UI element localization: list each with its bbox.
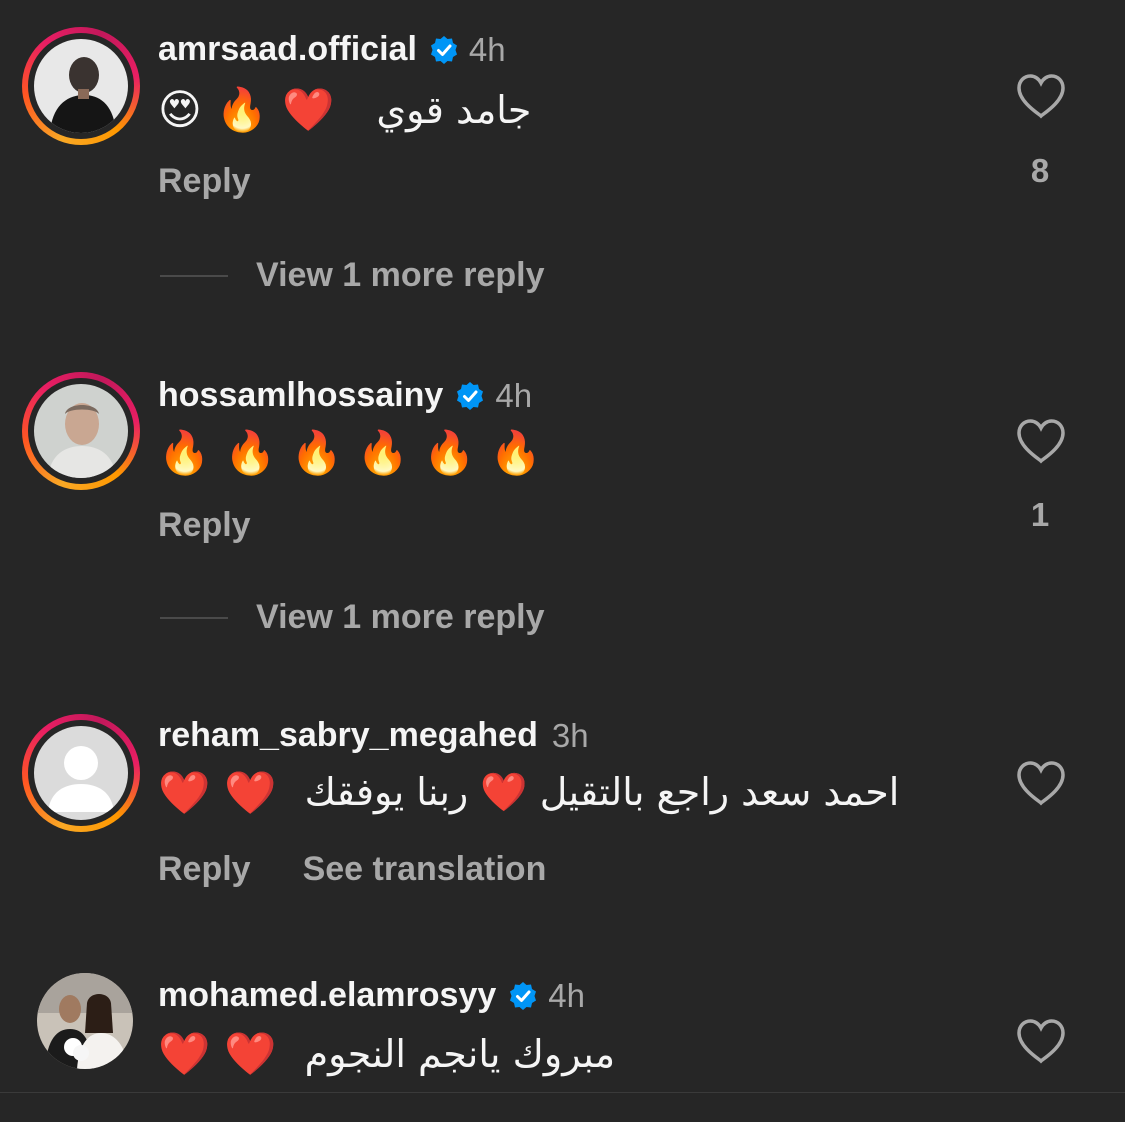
emoji: 🔥 bbox=[356, 429, 410, 476]
verified-badge-icon bbox=[510, 981, 537, 1010]
timestamp: 4h bbox=[548, 976, 585, 1014]
reply-button[interactable]: Reply bbox=[158, 162, 251, 201]
username[interactable]: hossamlhossainy bbox=[158, 376, 443, 415]
comment-header: amrsaad.official 4h bbox=[158, 30, 506, 69]
emoji: 🔥 bbox=[489, 429, 542, 476]
avatar bbox=[34, 39, 128, 133]
reply-button[interactable]: Reply bbox=[158, 850, 251, 889]
emoji: 🔥 bbox=[158, 429, 211, 476]
comment-text: ❤️ ❤️ مبروك يانجم النجوم bbox=[158, 1032, 615, 1076]
like-count: 8 bbox=[1030, 152, 1050, 189]
story-ring-avatar[interactable] bbox=[22, 714, 140, 832]
timestamp: 3h bbox=[551, 716, 589, 754]
default-avatar-icon bbox=[34, 726, 128, 820]
emoji: ❤️ bbox=[224, 768, 277, 816]
comment-header: reham_sabry_megahed 3h bbox=[158, 716, 589, 755]
reply-button[interactable]: Reply bbox=[158, 506, 251, 545]
emoji: ❤️ bbox=[282, 86, 335, 133]
emoji: ❤️ bbox=[158, 1030, 211, 1077]
comment-text: ❤️ ❤️ احمد سعد راجع بالتقيل ❤️ ربنا يوفق… bbox=[158, 770, 899, 815]
heart-outline-icon[interactable] bbox=[1015, 760, 1067, 806]
emoji: 🔥 bbox=[290, 429, 343, 476]
comment-text: 😍 🔥 ❤️ جامد قوي bbox=[158, 88, 531, 132]
avatar bbox=[34, 384, 128, 478]
divider-line bbox=[160, 616, 228, 619]
comment-actions: Reply bbox=[158, 162, 303, 201]
username[interactable]: amrsaad.official bbox=[158, 30, 417, 69]
avatar-container[interactable] bbox=[22, 958, 140, 1076]
view-more-replies-label: View 1 more reply bbox=[256, 598, 545, 636]
heart-outline-icon[interactable] bbox=[1015, 73, 1067, 119]
comment-header: hossamlhossainy 4h bbox=[158, 376, 532, 415]
comment-header: mohamed.elamrosyy 4h bbox=[158, 976, 585, 1015]
heart-outline-icon[interactable] bbox=[1015, 418, 1067, 464]
username[interactable]: mohamed.elamrosyy bbox=[158, 976, 496, 1015]
timestamp: 4h bbox=[468, 30, 506, 68]
view-more-replies[interactable]: View 1 more reply bbox=[160, 598, 545, 637]
comment-actions: Reply bbox=[158, 506, 303, 545]
view-more-replies[interactable]: View 1 more reply bbox=[160, 256, 545, 295]
avatar bbox=[34, 726, 128, 820]
emoji: ❤️ bbox=[158, 768, 211, 816]
story-ring-avatar[interactable] bbox=[22, 372, 140, 490]
divider-line bbox=[160, 274, 228, 277]
comment-body: احمد سعد راجع بالتقيل ❤️ ربنا يوفقك bbox=[304, 770, 900, 814]
emoji: 🔥 bbox=[215, 86, 269, 133]
bottom-divider bbox=[0, 1092, 1125, 1093]
emoji: 🔥 bbox=[423, 429, 476, 476]
comment-text: 🔥 🔥 🔥 🔥 🔥 🔥 bbox=[158, 432, 556, 474]
username[interactable]: reham_sabry_megahed bbox=[158, 716, 538, 755]
view-more-replies-label: View 1 more reply bbox=[256, 256, 545, 294]
comment-actions: Reply See translation bbox=[158, 850, 598, 889]
verified-badge-icon bbox=[457, 381, 484, 410]
like-count: 1 bbox=[1030, 496, 1050, 533]
timestamp: 4h bbox=[495, 376, 533, 414]
avatar bbox=[37, 973, 133, 1069]
emoji: 😍 bbox=[158, 86, 202, 133]
comment-body: مبروك يانجم النجوم bbox=[304, 1032, 616, 1076]
see-translation-button[interactable]: See translation bbox=[303, 850, 547, 889]
story-ring-avatar[interactable] bbox=[22, 27, 140, 145]
verified-badge-icon bbox=[430, 35, 457, 64]
comment-body: جامد قوي bbox=[376, 88, 532, 132]
emoji: 🔥 bbox=[224, 429, 277, 476]
emoji: ❤️ bbox=[224, 1030, 277, 1077]
heart-outline-icon[interactable] bbox=[1015, 1018, 1067, 1064]
